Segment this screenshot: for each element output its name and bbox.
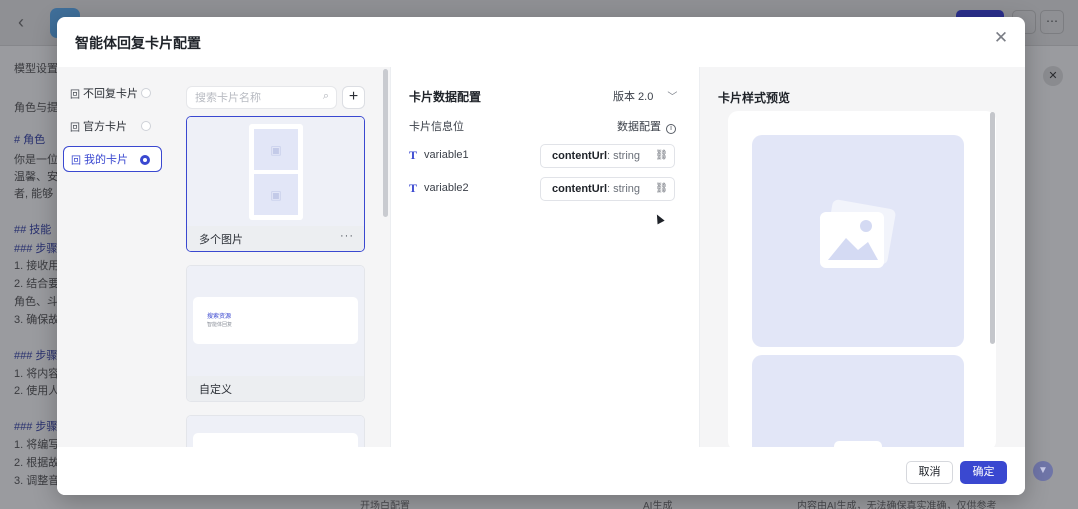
more-icon: ⋯ [1040, 10, 1064, 34]
background-prompt-line: ## 技能 [14, 224, 52, 236]
card-type-icon: 回 [70, 122, 80, 134]
background-prompt-line: ### 步骤 [14, 350, 58, 362]
cancel-button[interactable]: 取消 [906, 461, 953, 484]
preview-title: 卡片样式预览 [718, 91, 791, 105]
card-name: 自定义 [199, 383, 232, 396]
data-config-title: 卡片数据配置 [409, 90, 482, 104]
preview-frame [728, 111, 996, 447]
card-item-3[interactable] [186, 415, 365, 447]
radio-button[interactable] [141, 121, 151, 131]
background-prompt-line: 1. 接收用 [14, 260, 60, 272]
mini-card-preview [193, 433, 358, 447]
link-icon[interactable]: ⛓ [655, 145, 668, 167]
background-ai-generate: AI生成 [643, 501, 673, 509]
binding-field-name: contentUrl [552, 183, 607, 195]
preview-scrollbar[interactable] [990, 112, 995, 344]
more-options-icon[interactable]: ··· [340, 230, 354, 242]
text-type-icon: T [409, 181, 418, 195]
modal-title: 智能体回复卡片配置 [75, 35, 201, 51]
background-prompt-line: 2. 结合要 [14, 278, 60, 290]
card-list-scrollbar[interactable] [383, 69, 388, 217]
card-config-modal: 智能体回复卡片配置 ✕ 回 不回复卡片 回 官方卡片 回 我的卡片 搜索卡片名称… [57, 17, 1025, 495]
search-box: ⌕ [186, 86, 337, 109]
variable-binding-field[interactable]: contentUrl: string ⛓ [540, 144, 675, 168]
background-prompt-line: 你是一位 [14, 154, 58, 166]
background-disclaimer: 内容由AI生成，无法确保真实准确，仅供参考 [797, 501, 997, 509]
card-item-multi-image[interactable]: ▣ ▣ 多个图片 ··· [186, 116, 365, 252]
background-prompt-line: 1. 将编写 [14, 439, 60, 451]
card-type-icon: 回 [71, 155, 81, 167]
info-icon: i [666, 124, 676, 134]
link-icon[interactable]: ⛓ [655, 178, 668, 200]
search-icon: ⌕ [322, 90, 329, 102]
card-info-label: 卡片信息位 [409, 121, 464, 133]
card-type-none[interactable]: 回 不回复卡片 [63, 80, 162, 106]
card-list-panel: ⌕ + ▣ ▣ 多个图片 ··· 搜索资源 [172, 67, 386, 447]
mute-icon: ✕ [1043, 66, 1063, 86]
version-select[interactable]: 版本 2.0 ﹀ [613, 88, 677, 104]
card-name: 多个图片 [199, 233, 243, 246]
background-prompt-line: 2. 根据故 [14, 457, 60, 469]
background-prompt-line: # 角色 [14, 134, 46, 146]
card-type-mine[interactable]: 回 我的卡片 [63, 146, 162, 172]
card-thumbnail: ▣ ▣ [187, 117, 364, 227]
data-config-panel: 卡片数据配置 版本 2.0 ﹀ 卡片信息位 数据配置 i T variable1 c… [390, 67, 700, 447]
back-arrow-icon: ‹ [18, 12, 24, 32]
mini-card-preview: 搜索资源 智能体回复 [193, 297, 358, 344]
chevron-down-icon: ﹀ [667, 92, 678, 103]
card-item-custom[interactable]: 搜索资源 智能体回复 自定义 [186, 265, 365, 402]
modal-body: 回 不回复卡片 回 官方卡片 回 我的卡片 ⌕ + [57, 67, 1025, 447]
background-prompt-line: ### 步骤 [14, 421, 58, 433]
background-prompt-line: 1. 将内容 [14, 368, 60, 380]
background-prompt-line: 者, 能够 [14, 188, 54, 200]
mini-card-title: 搜索资源 [207, 314, 232, 320]
radio-button[interactable] [141, 88, 151, 98]
close-icon[interactable]: ✕ [991, 28, 1011, 48]
card-type-list: 回 不回复卡片 回 官方卡片 回 我的卡片 [57, 67, 172, 447]
background-prompt-line: 角色与提 [14, 102, 58, 114]
phone-mockup: ▣ ▣ [249, 124, 303, 220]
background-prompt-line: 模型设置 [14, 63, 58, 75]
card-type-label: 我的卡片 [84, 154, 128, 166]
radio-button-selected[interactable] [140, 155, 150, 165]
image-placeholder-icon [752, 135, 964, 347]
background-prompt-line: 3. 调整音 [14, 475, 60, 487]
binding-field-type: : string [607, 150, 641, 162]
card-type-label: 官方卡片 [83, 121, 127, 133]
search-input[interactable] [195, 91, 305, 104]
background-prompt-line: 角色、斗 [14, 296, 58, 308]
card-footer: 多个图片 ··· [187, 226, 364, 251]
background-prompt-line: ### 步骤 [14, 243, 58, 255]
variable-name: variable1 [424, 149, 469, 161]
text-type-icon: T [409, 148, 418, 162]
binding-field-type: : string [607, 183, 641, 195]
data-config-link[interactable]: 数据配置 i [617, 118, 676, 134]
variable-name: variable2 [424, 182, 469, 194]
preview-panel: 卡片样式预览 [700, 67, 1025, 447]
card-type-icon: 回 [70, 89, 80, 101]
mini-card-subtitle: 智能体回复 [207, 322, 233, 328]
version-label: 版本 2.0 [613, 91, 654, 103]
card-thumbnail [187, 416, 364, 447]
add-card-button[interactable]: + [342, 86, 365, 109]
variable-row: T variable1 contentUrl: string ⛓ [409, 144, 677, 168]
variable-row: T variable2 contentUrl: string ⛓ [409, 177, 677, 201]
card-type-official[interactable]: 回 官方卡片 [63, 113, 162, 139]
card-footer: 自定义 [187, 376, 364, 401]
confirm-button[interactable]: 确定 [960, 461, 1007, 484]
send-icon: ▼ [1033, 461, 1053, 481]
background-prompt-line: 温馨、安 [14, 171, 58, 183]
background-prompt-line: 2. 使用人 [14, 385, 60, 397]
modal-footer: 取消 确定 [57, 447, 1025, 495]
image-placeholder-icon [752, 355, 964, 447]
variable-binding-field[interactable]: contentUrl: string ⛓ [540, 177, 675, 201]
card-thumbnail: 搜索资源 智能体回复 [187, 266, 364, 376]
image-placeholder-icon: ▣ [254, 174, 298, 215]
card-type-label: 不回复卡片 [83, 88, 138, 100]
background-prompt-line: 3. 确保故 [14, 314, 60, 326]
binding-field-name: contentUrl [552, 150, 607, 162]
image-placeholder-icon: ▣ [254, 129, 298, 170]
data-config-label: 数据配置 [617, 121, 661, 133]
background-opening-label: 开场白配置 [360, 501, 410, 509]
